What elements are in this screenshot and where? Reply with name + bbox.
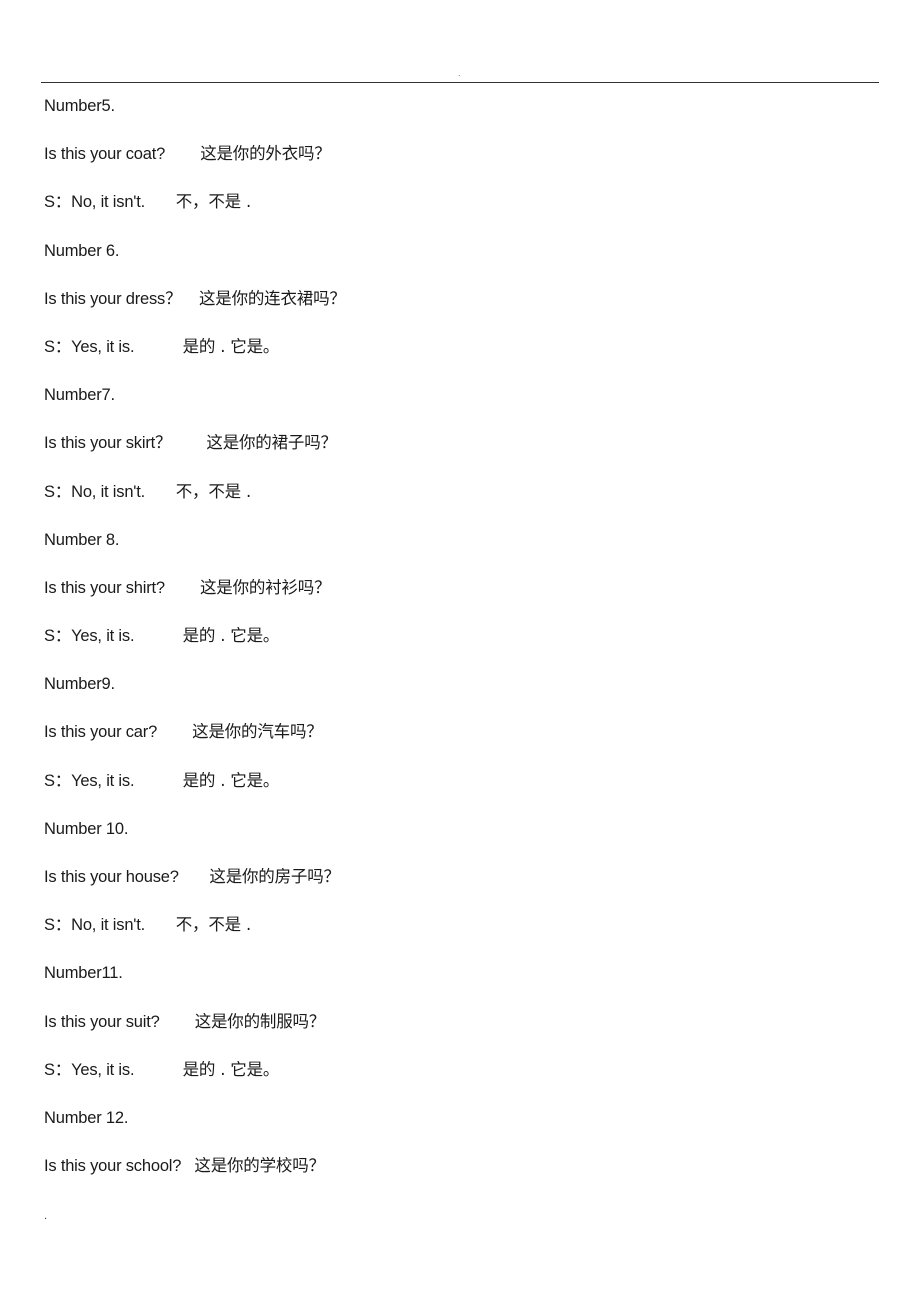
answer-english: S：No, it isn't. [44, 916, 146, 935]
answer-line: S：No, it isn't. 不，不是 . [44, 913, 884, 961]
section-heading: Number 12. [44, 1106, 884, 1154]
answer-english: S：No, it isn't. [44, 482, 146, 501]
heading-text: Number 12. [44, 1108, 129, 1127]
question-line: Is this your shirt? 这是你的衬衫吗？ [44, 576, 884, 624]
question-line: Is this your dress？ 这是你的连衣裙吗？ [44, 287, 884, 335]
section-heading: Number5. [44, 94, 884, 142]
question-english: Is this your shirt? [44, 578, 165, 597]
document-body: Number5. Is this your coat? 这是你的外衣吗？ S：No,… [44, 94, 884, 1202]
question-english: Is this your car? [44, 723, 158, 742]
footer-marker: . [44, 1211, 48, 1222]
section-heading: Number 10. [44, 817, 884, 865]
question-chinese: 这是你的裙子吗？ [206, 433, 337, 453]
question-chinese: 这是你的汽车吗？ [192, 722, 323, 742]
answer-chinese: 是的 . 它是。 [182, 1059, 280, 1079]
answer-english: S：Yes, it is. [44, 627, 135, 646]
answer-english: S：Yes, it is. [44, 771, 135, 790]
answer-english: S：Yes, it is. [44, 1060, 135, 1079]
answer-line: S：No, it isn't. 不，不是 . [44, 190, 884, 238]
question-line: Is this your car? 这是你的汽车吗？ [44, 720, 884, 768]
question-english: Is this your school? [44, 1157, 182, 1176]
heading-text: Number9. [44, 675, 115, 694]
heading-text: Number5. [44, 97, 115, 115]
question-english: Is this your dress？ [44, 289, 182, 308]
answer-chinese: 是的 . 它是。 [182, 626, 280, 646]
question-line: Is this your suit? 这是你的制服吗？ [44, 1010, 884, 1058]
answer-chinese: 是的 . 它是。 [182, 336, 280, 356]
question-chinese: 这是你的外衣吗？ [200, 144, 331, 164]
answer-chinese: 不，不是 . [175, 915, 252, 935]
answer-chinese: 不，不是 . [175, 481, 252, 501]
answer-chinese: 是的 . 它是。 [182, 770, 280, 790]
answer-line: S：Yes, it is. 是的 . 它是。 [44, 624, 884, 672]
section-heading: Number7. [44, 383, 884, 431]
question-english: Is this your skirt？ [44, 434, 172, 453]
heading-text: Number11. [44, 964, 123, 983]
question-chinese: 这是你的制服吗？ [194, 1011, 326, 1031]
section-heading: Number11. [44, 961, 884, 1009]
answer-english: S：No, it isn't. [44, 193, 146, 212]
heading-text: Number 8. [44, 530, 120, 549]
section-heading: Number9. [44, 672, 884, 720]
header-rule [41, 82, 879, 83]
question-line: Is this your skirt？ 这是你的裙子吗？ [44, 431, 884, 479]
heading-text: Number7. [44, 386, 115, 405]
section-heading: Number 6. [44, 239, 884, 287]
answer-line: S：Yes, it is. 是的 . 它是。 [44, 335, 884, 383]
question-line: Is this your house? 这是你的房子吗？ [44, 865, 884, 913]
answer-line: S：No, it isn't. 不，不是 . [44, 480, 884, 528]
question-chinese: 这是你的学校吗？ [194, 1156, 325, 1176]
heading-text: Number 6. [44, 241, 120, 260]
answer-chinese: 不，不是 . [175, 192, 252, 212]
question-line: Is this your coat? 这是你的外衣吗？ [44, 142, 884, 190]
question-chinese: 这是你的房子吗？ [209, 867, 340, 886]
question-line: Is this your school? 这是你的学校吗？ [44, 1154, 884, 1202]
question-chinese: 这是你的连衣裙吗？ [198, 288, 346, 308]
question-english: Is this your house? [44, 868, 179, 886]
answer-english: S：Yes, it is. [44, 337, 135, 356]
answer-line: S：Yes, it is. 是的 . 它是。 [44, 769, 884, 817]
answer-line: S：Yes, it is. 是的 . 它是。 [44, 1058, 884, 1106]
question-english: Is this your suit? [44, 1012, 160, 1031]
question-english: Is this your coat? [44, 145, 166, 164]
section-heading: Number 8. [44, 528, 884, 576]
header-marker: . [458, 69, 461, 78]
question-chinese: 这是你的衬衫吗？ [200, 577, 331, 597]
heading-text: Number 10. [44, 819, 129, 838]
